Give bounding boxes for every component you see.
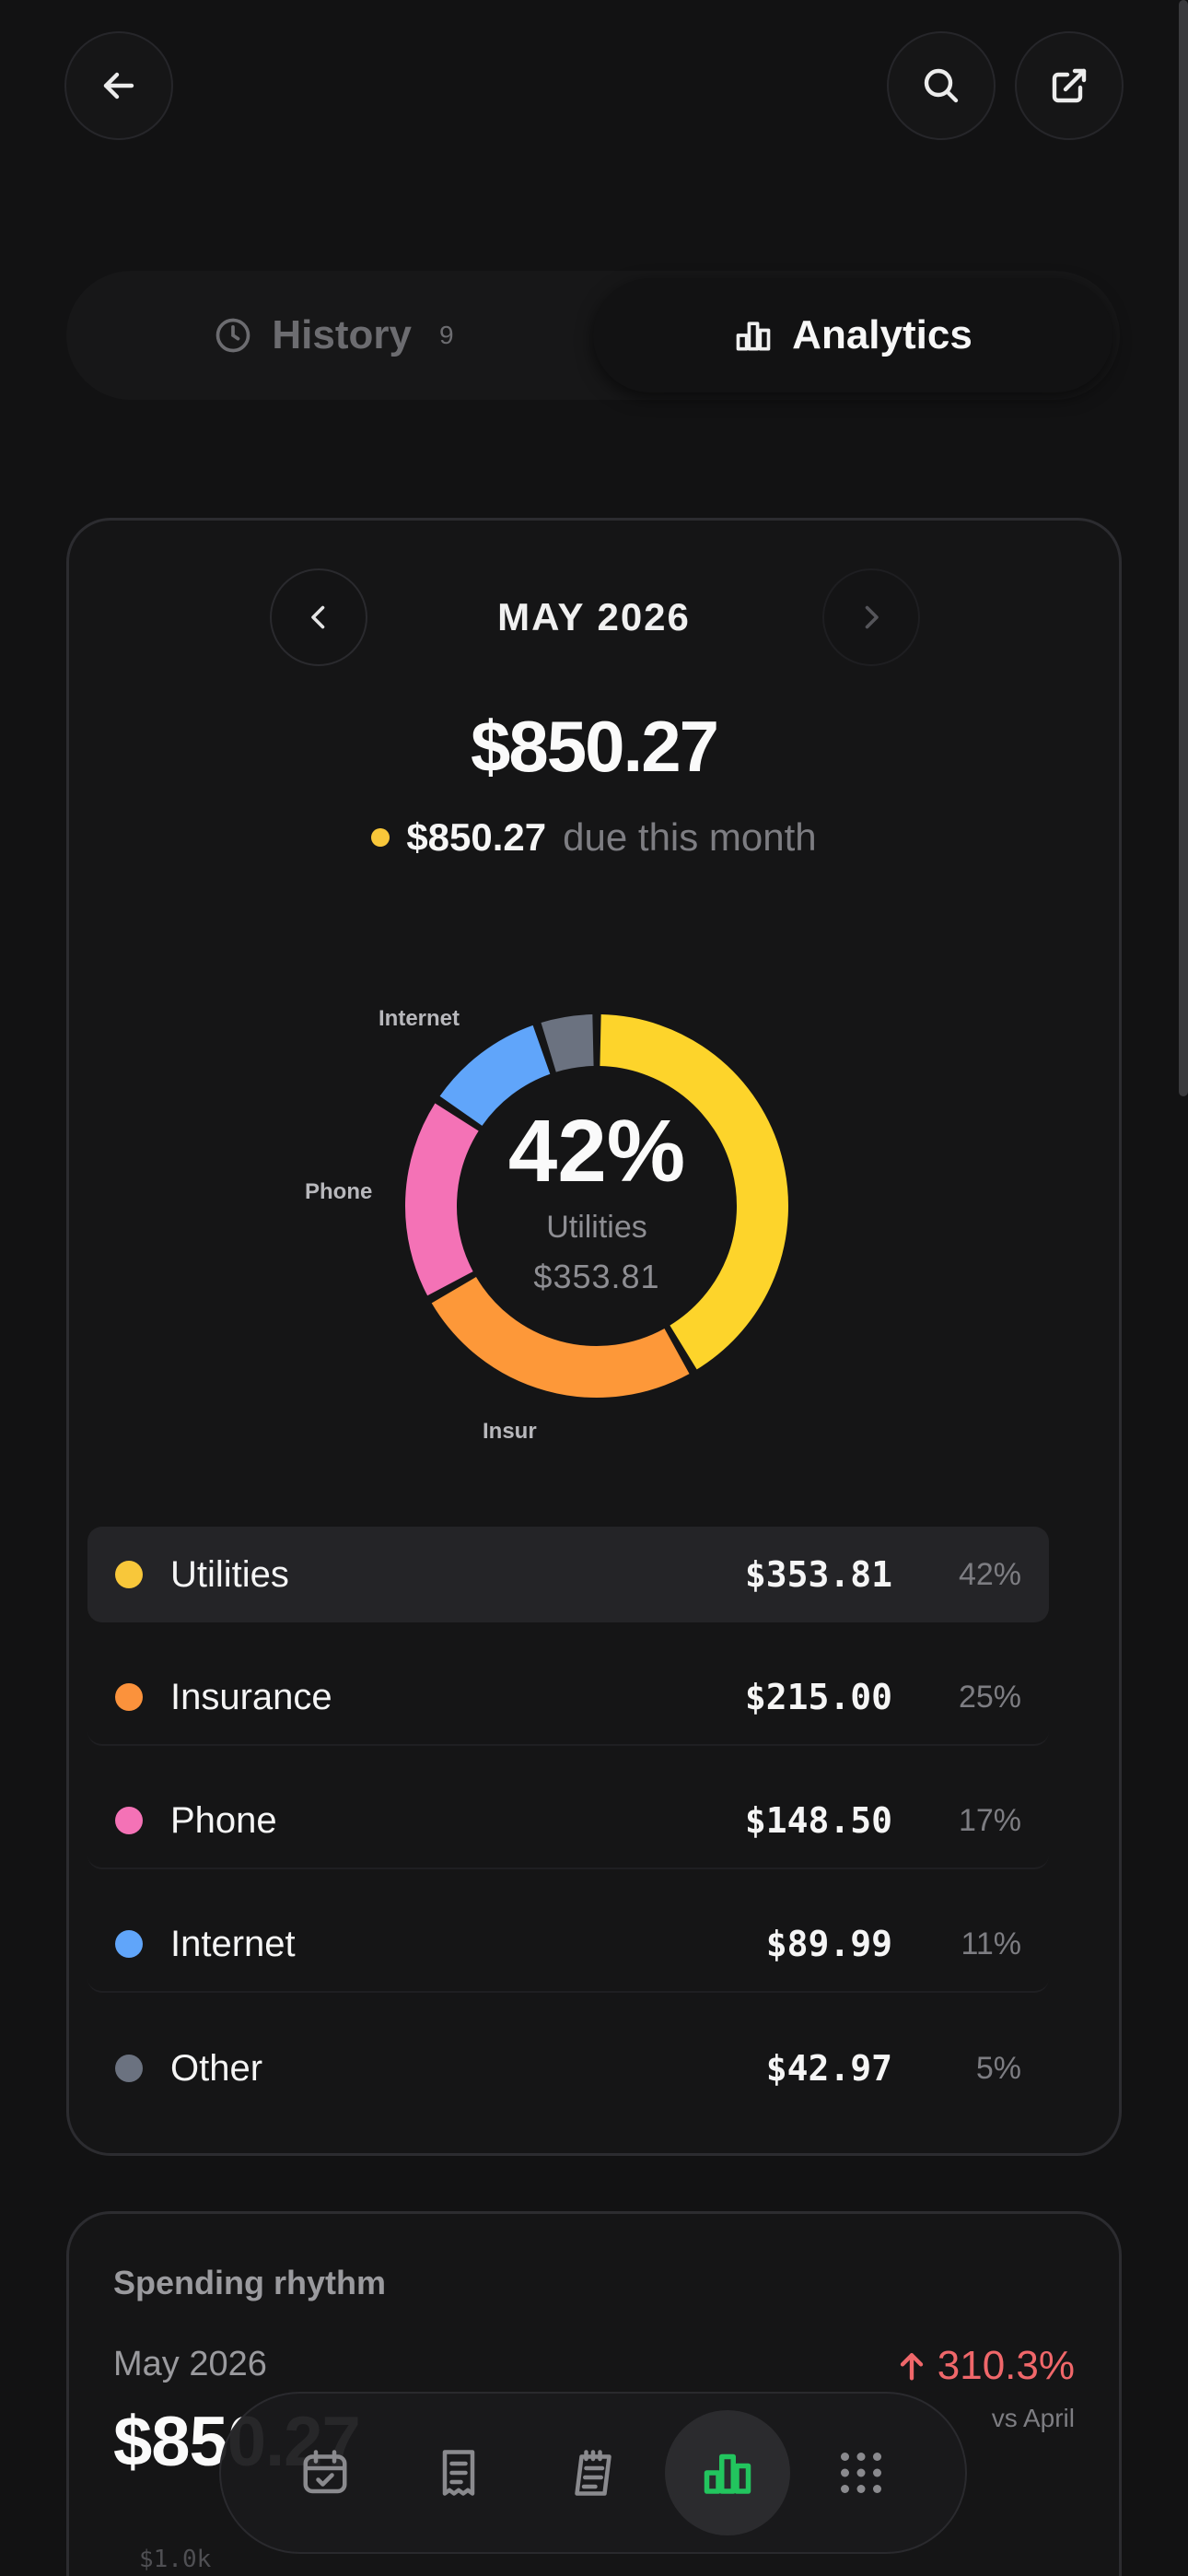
donut-chart-svg — [405, 1014, 788, 1398]
receipt-icon — [443, 2450, 475, 2496]
category-name: Insurance — [170, 1676, 332, 1717]
category-row-insurance[interactable]: Insurance $215.00 25% — [87, 1650, 1049, 1746]
category-list: Utilities $353.81 42% Insurance $215.00 … — [87, 1527, 1049, 2144]
nav-calendar[interactable] — [262, 2410, 388, 2535]
category-percent: 17% — [958, 1802, 1021, 1838]
category-percent: 42% — [958, 1556, 1021, 1592]
notepad-icon — [575, 2450, 611, 2496]
category-row-phone[interactable]: Phone $148.50 17% — [87, 1774, 1049, 1869]
nav-notes[interactable] — [530, 2410, 656, 2535]
share-button[interactable] — [1015, 31, 1124, 140]
rhythm-change-value: 310.3% — [937, 2343, 1075, 2388]
arrow-up-icon — [900, 2353, 923, 2381]
rhythm-change: 310.3% — [893, 2343, 1075, 2389]
category-row-other[interactable]: Other $42.97 5% — [87, 2020, 1049, 2116]
donut-chart: Internet Phone Insur — [69, 521, 1124, 1534]
center-percent: 42% — [507, 1102, 686, 1200]
category-amount: $42.97 — [765, 2048, 892, 2089]
slice-label-insurance: Insur — [483, 1419, 537, 1444]
rhythm-month: May 2026 — [113, 2345, 267, 2383]
category-percent: 5% — [975, 2050, 1021, 2086]
category-amount: $353.81 — [744, 1554, 892, 1595]
category-amount: $89.99 — [765, 1924, 892, 1964]
slice-label-internet: Internet — [379, 1006, 460, 1031]
center-amount: $353.81 — [533, 1258, 660, 1295]
category-percent: 25% — [958, 1679, 1021, 1715]
category-amount: $148.50 — [744, 1800, 892, 1841]
scrollbar[interactable] — [1179, 0, 1188, 1096]
tab-history-label: History — [272, 312, 412, 357]
category-name: Phone — [170, 1799, 277, 1841]
category-dot — [115, 1561, 143, 1588]
category-name: Other — [170, 2047, 263, 2089]
bar-chart-icon — [704, 2453, 751, 2494]
rhythm-axis-label: $1.0k — [139, 2546, 212, 2573]
tab-analytics[interactable]: Analytics — [593, 278, 1112, 392]
search-icon — [924, 68, 959, 103]
category-name: Internet — [170, 1923, 296, 1964]
search-button[interactable] — [887, 31, 996, 140]
category-amount: $215.00 — [744, 1677, 892, 1717]
nav-analytics[interactable] — [664, 2410, 790, 2535]
grid-dots-icon — [841, 2453, 882, 2493]
donut-slice-other[interactable] — [541, 1014, 595, 1072]
view-tabs: History 9 Analytics — [66, 271, 1120, 400]
category-dot — [115, 1807, 143, 1834]
monthly-breakdown-card: MAY 2026 $850.27 $850.27 due this month … — [66, 518, 1122, 2156]
category-name: Utilities — [170, 1553, 289, 1595]
category-percent: 11% — [961, 1926, 1021, 1961]
calendar-check-icon — [303, 2450, 347, 2494]
back-button[interactable] — [64, 31, 173, 140]
category-dot — [115, 1930, 143, 1958]
tab-history-count: 9 — [439, 321, 454, 349]
tab-history[interactable]: History 9 — [74, 278, 593, 392]
nav-more[interactable] — [798, 2410, 924, 2535]
category-dot — [115, 2055, 143, 2082]
category-row-utilities[interactable]: Utilities $353.81 42% — [87, 1527, 1049, 1622]
category-dot — [115, 1683, 143, 1711]
clock-icon — [216, 318, 250, 353]
tab-analytics-label: Analytics — [792, 312, 973, 357]
center-category: Utilities — [546, 1210, 647, 1245]
external-link-icon — [1052, 68, 1087, 103]
donut-slice-insurance[interactable] — [431, 1276, 690, 1398]
nav-receipts[interactable] — [396, 2410, 521, 2535]
rhythm-title: Spending rhythm — [113, 2264, 386, 2301]
bar-chart-icon — [736, 322, 771, 351]
arrow-left-icon — [103, 72, 134, 100]
bottom-nav — [219, 2392, 967, 2554]
category-row-internet[interactable]: Internet $89.99 11% — [87, 1897, 1049, 1993]
rhythm-vs: vs April — [991, 2404, 1075, 2432]
